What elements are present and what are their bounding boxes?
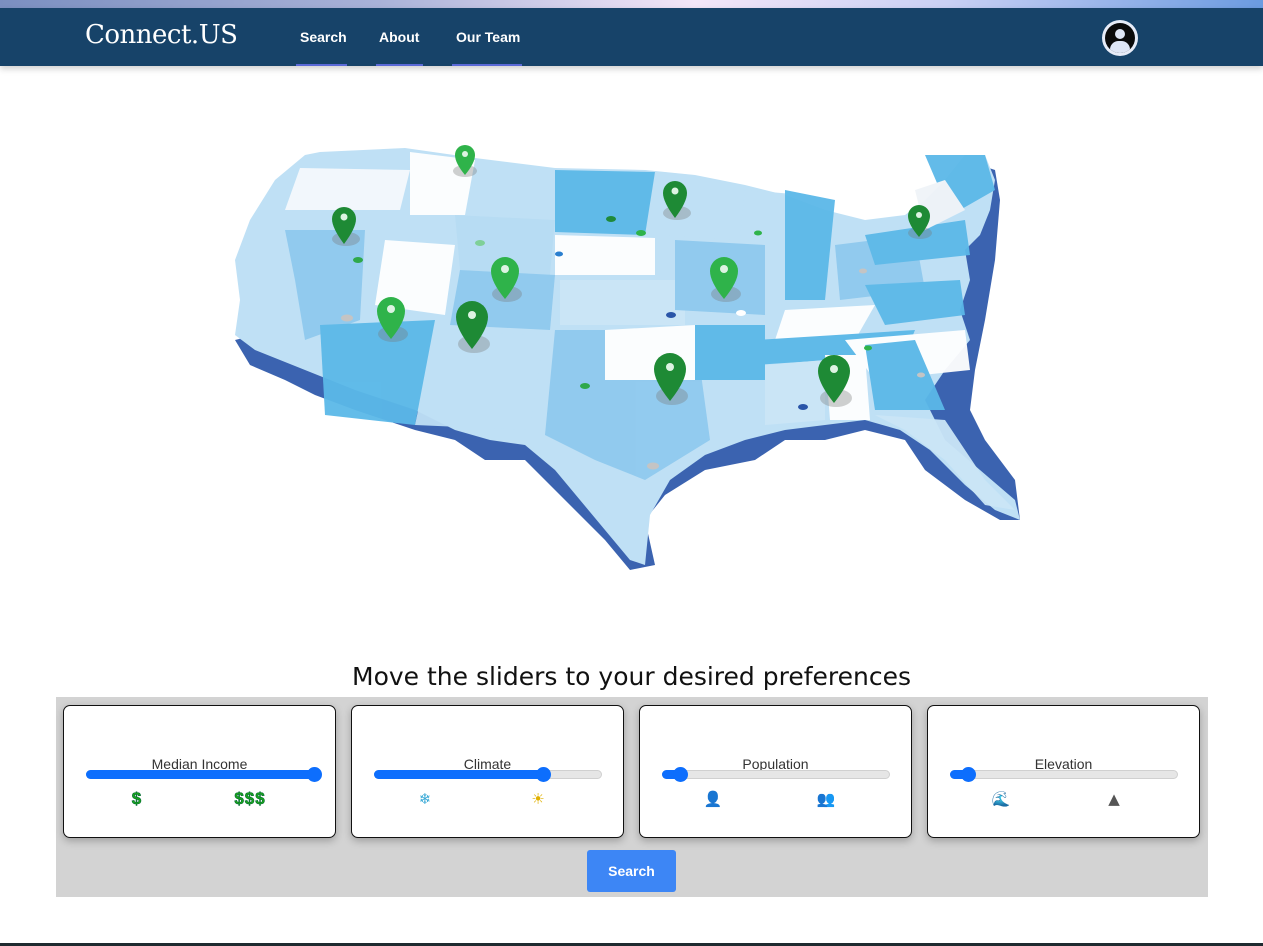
triple-dollar-icon: $$$ — [234, 789, 266, 808]
slider-thumb[interactable] — [307, 767, 322, 782]
slider-thumb[interactable] — [673, 767, 689, 782]
slider-thumb[interactable] — [961, 767, 977, 782]
nav-underline-our-team — [452, 64, 522, 66]
mountain-icon: ▲ — [1108, 790, 1120, 808]
wave-icon: 🌊 — [991, 790, 1011, 808]
map-pin — [818, 355, 852, 407]
dollar-icon: $ — [131, 789, 143, 808]
slider-card-elevation: Elevation 🌊 ▲ — [927, 705, 1200, 838]
map-pin — [654, 353, 688, 405]
map-pin — [456, 301, 490, 353]
brand-logo[interactable]: Connect.US — [85, 20, 238, 50]
user-account-button[interactable] — [1102, 20, 1138, 56]
us-map-svg — [235, 145, 1020, 570]
us-map-illustration — [225, 140, 1035, 580]
elevation-slider[interactable] — [950, 767, 1178, 782]
population-slider[interactable] — [662, 767, 890, 782]
preferences-panel: Median Income $ $$$ Climate ❄ ☀ Populati… — [56, 697, 1208, 897]
person-icon: 👤 — [703, 790, 723, 808]
navbar: Connect.US Search About Our Team — [0, 8, 1263, 66]
user-circle-icon — [1105, 23, 1135, 53]
slider-card-median-income: Median Income $ $$$ — [63, 705, 336, 838]
people-icon: 👥 — [816, 790, 836, 808]
sun-icon: ☀ — [531, 790, 545, 808]
nav-underline-about — [376, 64, 423, 66]
browser-top-strip — [0, 0, 1263, 8]
slider-thumb[interactable] — [535, 767, 551, 782]
nav-link-search[interactable]: Search — [300, 29, 347, 45]
snowflake-icon: ❄ — [418, 790, 432, 808]
slider-card-population: Population 👤 👥 — [639, 705, 912, 838]
search-button[interactable]: Search — [587, 850, 676, 892]
nav-underline-search — [296, 64, 347, 66]
nav-link-our-team[interactable]: Our Team — [456, 29, 520, 45]
map-pin — [453, 145, 477, 177]
climate-slider[interactable] — [374, 767, 602, 782]
slider-card-climate: Climate ❄ ☀ — [351, 705, 624, 838]
nav-link-about[interactable]: About — [379, 29, 419, 45]
preferences-prompt: Move the sliders to your desired prefere… — [352, 662, 911, 691]
median-income-slider[interactable] — [86, 767, 322, 782]
